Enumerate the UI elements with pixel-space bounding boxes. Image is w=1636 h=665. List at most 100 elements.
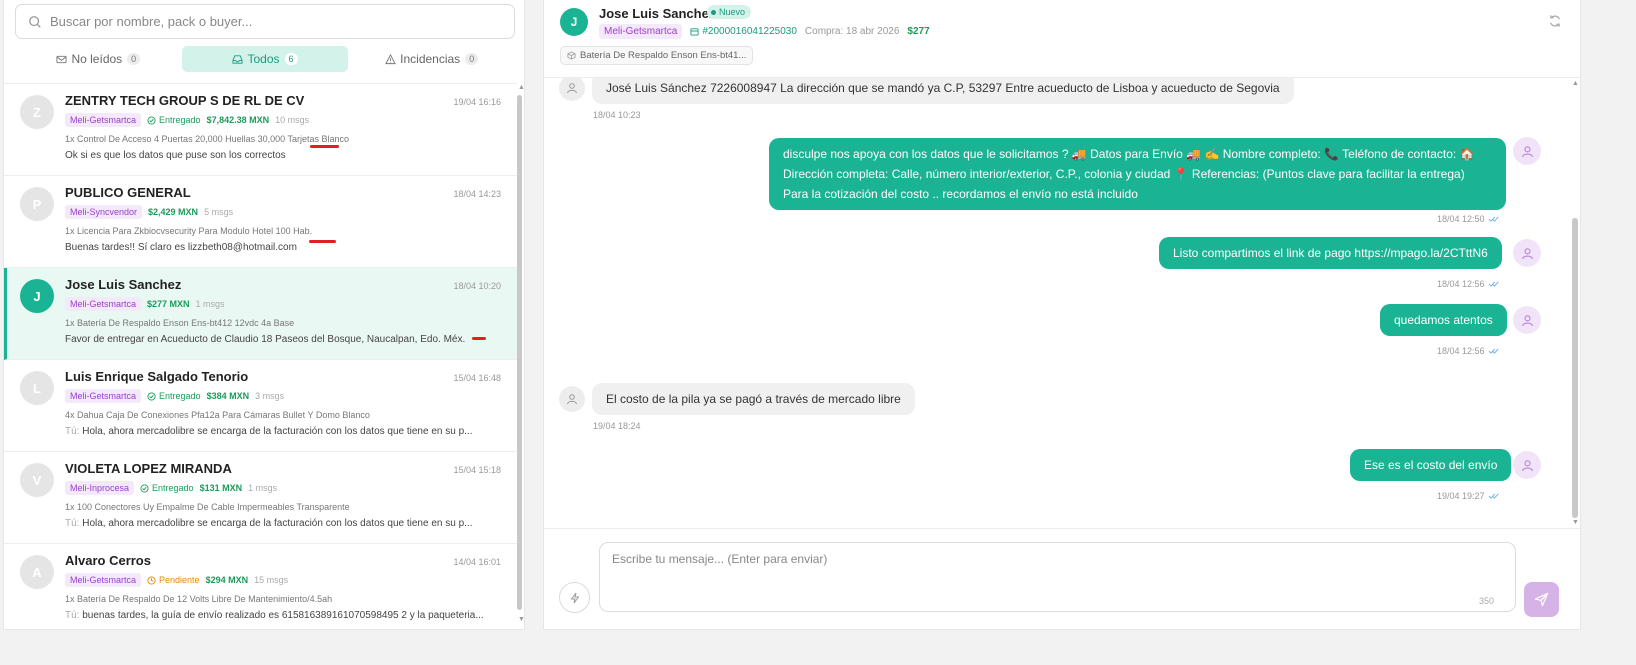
- tab-unread[interactable]: No leídos 0: [15, 46, 182, 72]
- own-message-prefix: Tú:: [65, 426, 80, 437]
- lightning-icon: [570, 592, 579, 603]
- scroll-up-arrow-icon[interactable]: ▲: [1572, 80, 1579, 87]
- time-label: 18/04 12:50: [1437, 214, 1485, 224]
- last-message: Buenas tardes!! Sí claro es lizzbeth08@h…: [65, 242, 495, 253]
- avatar: J: [20, 279, 54, 313]
- purchase-date: Compra: 18 abr 2026: [804, 26, 900, 37]
- conversation-item[interactable]: J Jose Luis Sanchez 18/04 10:20 Meli-Get…: [4, 268, 517, 360]
- char-counter: 350: [1479, 596, 1495, 606]
- store-tag: Meli-Getsmartca: [65, 297, 142, 311]
- warning-icon: [385, 53, 396, 64]
- last-message-text: Hola, ahora mercadolibre se encarga de l…: [82, 426, 473, 437]
- inbox-icon: [232, 54, 244, 64]
- package-icon: [567, 51, 576, 60]
- calendar-icon: [690, 28, 699, 36]
- scrollbar[interactable]: [517, 95, 522, 610]
- message-bubble-outgoing: disculpe nos apoya con los datos que le …: [769, 138, 1506, 210]
- own-message-prefix: Tú:: [65, 518, 80, 529]
- conversation-meta: Meli-Getsmartca $277 MXN 1 msgs: [65, 297, 225, 311]
- status-label: Entregado: [159, 115, 201, 125]
- message-bubble-incoming: El costo de la pila ya se pagó a través …: [592, 383, 915, 415]
- avatar: A: [20, 555, 54, 589]
- order-amount: $7,842.38 MXN: [206, 115, 270, 125]
- product-title: 1x Batería De Respaldo Enson Ens-bt412 1…: [65, 318, 295, 328]
- avatar: P: [20, 187, 54, 221]
- order-link[interactable]: #2000016041225030: [690, 26, 797, 37]
- conversation-name: PUBLICO GENERAL: [65, 185, 191, 200]
- conversation-item[interactable]: V VIOLETA LOPEZ MIRANDA 15/04 15:18 Meli…: [4, 452, 517, 544]
- badge-label: Nuevo: [719, 7, 746, 17]
- tab-incidents[interactable]: Incidencias 0: [348, 46, 515, 72]
- last-message-text: buenas tardes, la guía de envío realizad…: [82, 610, 484, 621]
- tab-all[interactable]: Todos 6: [181, 46, 349, 72]
- status-delivered: Entregado: [147, 115, 201, 125]
- refresh-icon[interactable]: [1548, 14, 1562, 28]
- message-time: 18/04 10:23: [593, 110, 641, 120]
- double-check-icon: [1488, 493, 1499, 499]
- product-title: 1x Batería De Respaldo De 12 Volts Libre…: [65, 594, 333, 604]
- conversation-meta: Meli-Syncvendor $2,429 MXN 5 msgs: [65, 205, 233, 219]
- conversation-name: Alvaro Cerros: [65, 553, 151, 568]
- double-check-icon: [1488, 281, 1499, 287]
- mail-icon: [56, 55, 68, 63]
- product-chip[interactable]: Batería De Respaldo Enson Ens-bt41...: [560, 46, 754, 65]
- message-count: 10 msgs: [275, 115, 310, 125]
- agent-avatar: [1513, 137, 1541, 165]
- search-box[interactable]: [15, 4, 515, 39]
- message-bubble-outgoing: quedamos atentos: [1380, 304, 1507, 336]
- status-label: Entregado: [159, 391, 201, 401]
- time-label: 18/04 10:23: [593, 110, 641, 120]
- scroll-down-arrow-icon[interactable]: ▼: [1572, 519, 1579, 526]
- order-amount: $131 MXN: [199, 483, 243, 493]
- scrollbar[interactable]: [1572, 88, 1578, 518]
- conversation-item[interactable]: P PUBLICO GENERAL 18/04 14:23 Meli-Syncv…: [4, 176, 517, 268]
- send-button[interactable]: [1524, 582, 1559, 617]
- time-label: 19/04 18:24: [593, 421, 641, 431]
- time-label: 19/04 19:27: [1437, 491, 1485, 501]
- search-input[interactable]: [50, 14, 490, 29]
- message-count: 3 msgs: [255, 391, 285, 401]
- scroll-down-arrow-icon[interactable]: ▼: [518, 616, 525, 623]
- tab-count: 0: [465, 53, 479, 65]
- double-check-icon: [1488, 216, 1499, 222]
- conversation-item[interactable]: Z ZENTRY TECH GROUP S DE RL DE CV 19/04 …: [4, 84, 517, 176]
- conversation-item[interactable]: A Alvaro Cerros 14/04 16:01 Meli-Getsmar…: [4, 544, 517, 629]
- order-amount: $277 MXN: [147, 299, 190, 309]
- search-icon: [29, 15, 41, 28]
- scrollbar-thumb[interactable]: [1572, 218, 1578, 518]
- last-message: Tú: Hola, ahora mercadolibre se encarga …: [65, 518, 495, 529]
- order-amount: $294 MXN: [205, 575, 249, 585]
- conversation-meta: Meli-Getsmartca Entregado $384 MXN 3 msg…: [65, 389, 284, 403]
- status-dot: [711, 9, 716, 15]
- agent-avatar: [1513, 306, 1541, 334]
- conversation-meta: Meli-Getsmartca Pendiente $294 MXN 15 ms…: [65, 573, 288, 587]
- conversation-time: 18/04 14:23: [453, 189, 501, 199]
- chat-header: J Jose Luis Sanchez Nuevo Meli-Getsmartc…: [544, 0, 1580, 78]
- quick-replies-button[interactable]: [559, 582, 590, 613]
- tab-count: 0: [127, 53, 141, 65]
- check-circle-icon: [147, 115, 156, 125]
- message-time: 18/04 12:50: [1437, 214, 1500, 224]
- conversation-item[interactable]: L Luis Enrique Salgado Tenorio 15/04 16:…: [4, 360, 517, 452]
- last-message-text: Favor de entregar en Acueducto de Claudi…: [65, 334, 466, 345]
- user-icon: [1521, 145, 1533, 157]
- order-amount: $384 MXN: [206, 391, 250, 401]
- message-input[interactable]: [599, 542, 1516, 612]
- scroll-up-arrow-icon[interactable]: ▲: [518, 84, 525, 91]
- product-chip-label: Batería De Respaldo Enson Ens-bt41...: [580, 50, 747, 61]
- order-number: #2000016041225030: [702, 26, 797, 37]
- order-amount: $277: [907, 26, 930, 37]
- conversation-meta: Meli-Getsmartca Entregado $7,842.38 MXN …: [65, 113, 309, 127]
- message-thread: José Luis Sánchez 7226008947 La direcció…: [544, 78, 1570, 528]
- tab-label: No leídos: [71, 52, 123, 66]
- send-icon: [1534, 592, 1549, 607]
- chat-panel: J Jose Luis Sanchez Nuevo Meli-Getsmartc…: [543, 0, 1581, 630]
- conversation-time: 15/04 15:18: [453, 465, 501, 475]
- status-delivered: Entregado: [147, 391, 201, 401]
- message-time: 18/04 12:56: [1437, 279, 1500, 289]
- message-bubble-outgoing: Listo compartimos el link de pago https:…: [1159, 237, 1502, 269]
- agent-avatar: [1513, 239, 1541, 267]
- user-icon: [567, 394, 577, 405]
- store-tag: Meli-Syncvendor: [65, 205, 143, 219]
- message-count: 5 msgs: [204, 207, 234, 217]
